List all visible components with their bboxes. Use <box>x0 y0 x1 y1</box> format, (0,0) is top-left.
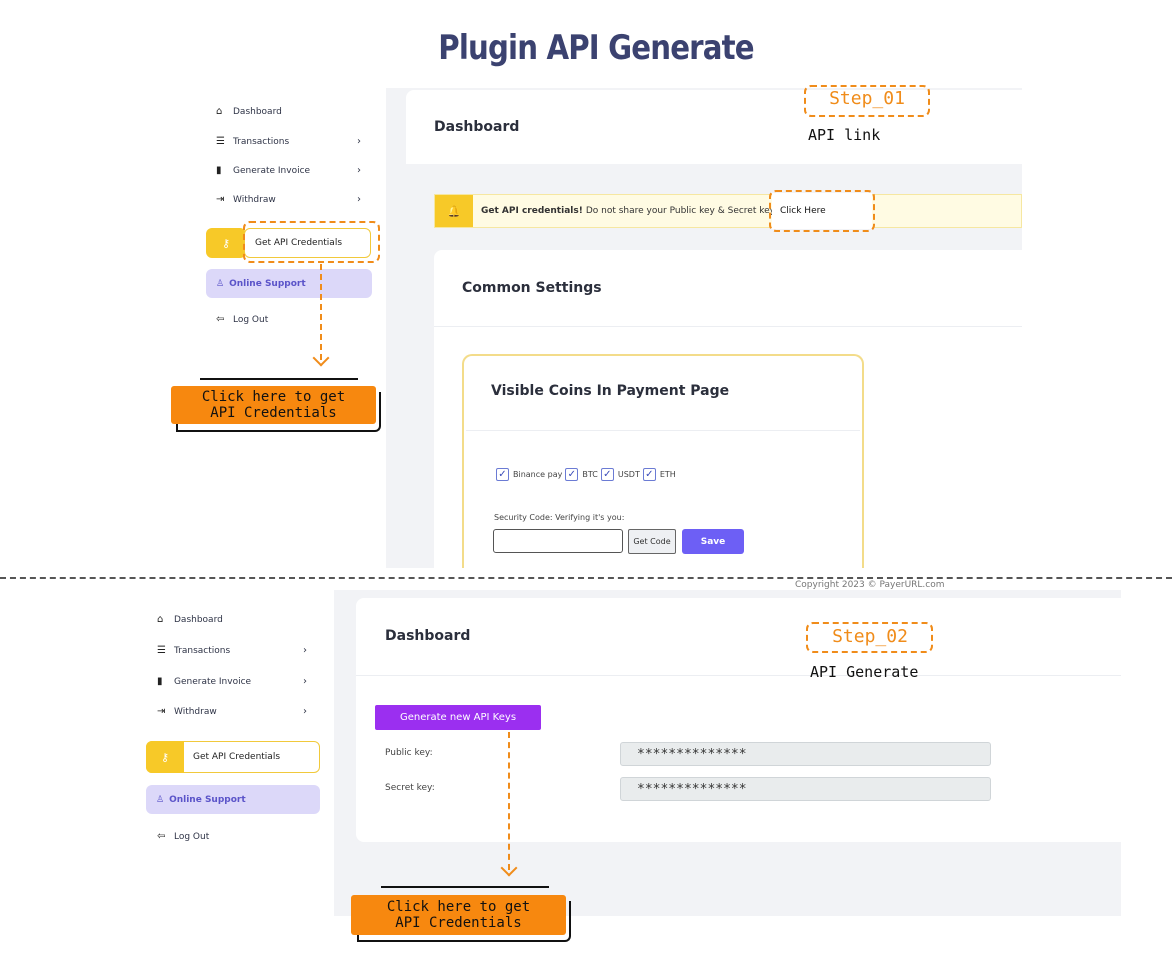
highlight-box <box>243 221 380 263</box>
key-icon: ⚷ <box>206 228 246 258</box>
logout-icon: ⇦ <box>216 314 225 325</box>
save-button[interactable]: Save <box>682 529 744 554</box>
callout-underline <box>381 886 549 888</box>
sidebar-item-label: Generate Invoice <box>174 676 252 687</box>
divider <box>434 326 1022 327</box>
callout-underline <box>200 378 358 380</box>
arrow-down-icon <box>312 349 330 367</box>
sidebar-item-label: Transactions <box>233 136 290 147</box>
dashboard-title: Dashboard <box>434 119 520 135</box>
chevron-right-icon: › <box>357 165 361 176</box>
bell-icon: 🔔 <box>435 195 473 227</box>
support-icon: ♙ <box>156 794 165 805</box>
home-icon: ⌂ <box>157 614 164 625</box>
step-sub: API link <box>808 126 881 144</box>
list-icon: ☰ <box>216 136 225 147</box>
sidebar-item-withdraw[interactable]: ⇥ Withdraw <box>216 194 276 205</box>
sidebar-item-generate-invoice[interactable]: ▮ Generate Invoice <box>157 676 251 687</box>
logout-button[interactable]: ⇦ Log Out <box>157 831 209 842</box>
online-support-button[interactable]: ♙ Online Support <box>146 785 320 814</box>
list-icon: ☰ <box>157 645 166 656</box>
secret-key-label: Secret key: <box>385 783 435 793</box>
step-box <box>804 85 930 117</box>
dashboard-title: Dashboard <box>385 628 471 644</box>
logout-label: Log Out <box>233 314 269 325</box>
credentials-label: Get API Credentials <box>193 752 281 762</box>
logout-label: Log Out <box>174 831 210 842</box>
sidebar-item-generate-invoice[interactable]: ▮ Generate Invoice <box>216 165 310 176</box>
checkbox-btc[interactable]: ✓ <box>565 468 579 481</box>
sidebar-item-transactions[interactable]: ☰ Transactions <box>157 645 230 656</box>
public-key-field[interactable]: ************** <box>620 742 991 766</box>
logout-icon: ⇦ <box>157 831 166 842</box>
step-box <box>806 622 933 653</box>
online-support-button[interactable]: ♙ Online Support <box>206 269 372 298</box>
logout-button[interactable]: ⇦ Log Out <box>216 314 268 325</box>
coin-label: BTC <box>582 470 598 479</box>
sidebar-item-label: Transactions <box>174 645 231 656</box>
sidebar-item-dashboard[interactable]: ⌂ Dashboard <box>216 106 282 117</box>
public-key-label: Public key: <box>385 748 433 758</box>
sidebar-item-transactions[interactable]: ☰ Transactions <box>216 136 289 147</box>
security-label: Security Code: Verifying it's you: <box>494 513 625 522</box>
secret-key-field[interactable]: ************** <box>620 777 991 801</box>
coin-label: Binance pay <box>513 470 563 479</box>
sidebar-item-label: Dashboard <box>233 106 282 117</box>
invoice-icon: ▮ <box>216 165 222 176</box>
checkbox-usdt[interactable]: ✓ <box>600 468 614 481</box>
chevron-right-icon: › <box>303 706 307 717</box>
coin-options: ✓ Binance pay ✓ BTC ✓ USDT ✓ ETH <box>496 468 679 481</box>
key-icon: ⚷ <box>146 741 184 773</box>
sidebar-item-withdraw[interactable]: ⇥ Withdraw <box>157 706 217 717</box>
alert-text: Do not share your Public key & Secret ke… <box>585 206 777 216</box>
step-sub: API Generate <box>810 663 919 681</box>
callout-line-2: API Credentials <box>210 405 337 421</box>
settings-title: Common Settings <box>462 280 602 296</box>
page-title: Plugin API Generate <box>438 28 754 68</box>
sidebar-item-dashboard[interactable]: ⌂ Dashboard <box>157 614 223 625</box>
dashed-arrow-line <box>508 732 510 870</box>
callout-label: Click here to get API Credentials <box>351 895 566 935</box>
sidebar-item-label: Dashboard <box>174 614 223 625</box>
checkbox-binance[interactable]: ✓ <box>496 468 509 481</box>
api-credentials-alert: 🔔 Get API credentials! Do not share your… <box>434 194 1022 228</box>
sidebar-item-label: Generate Invoice <box>233 165 311 176</box>
highlight-box <box>769 190 875 232</box>
divider <box>466 430 860 431</box>
withdraw-icon: ⇥ <box>157 706 166 717</box>
coins-title: Visible Coins In Payment Page <box>491 383 730 399</box>
chevron-right-icon: › <box>303 676 307 687</box>
support-label: Online Support <box>229 278 306 289</box>
chevron-right-icon: › <box>357 194 361 205</box>
generate-api-keys-button[interactable]: Generate new API Keys <box>375 705 541 730</box>
divider <box>356 675 1121 676</box>
coin-label: USDT <box>617 470 640 479</box>
sidebar-item-label: Withdraw <box>233 194 276 205</box>
checkbox-eth[interactable]: ✓ <box>642 468 656 481</box>
home-icon: ⌂ <box>216 106 223 117</box>
invoice-icon: ▮ <box>157 676 163 687</box>
alert-bold: Get API credentials! <box>481 206 583 216</box>
withdraw-icon: ⇥ <box>216 194 225 205</box>
dashed-arrow-line <box>320 264 322 360</box>
get-code-button[interactable]: Get Code <box>628 529 676 554</box>
callout-line-1: Click here to get <box>386 899 531 915</box>
callout-line-2: API Credentials <box>395 915 522 931</box>
separator <box>0 577 1172 579</box>
callout-line-1: Click here to get <box>201 389 346 405</box>
coin-label: ETH <box>659 470 676 479</box>
support-label: Online Support <box>169 794 246 805</box>
support-icon: ♙ <box>216 278 225 289</box>
sidebar-item-label: Withdraw <box>174 706 217 717</box>
security-code-input[interactable] <box>493 529 623 553</box>
copyright: Copyright 2023 © PayerURL.com <box>795 580 945 590</box>
chevron-right-icon: › <box>357 136 361 147</box>
chevron-right-icon: › <box>303 645 307 656</box>
callout-label: Click here to get API Credentials <box>171 386 376 424</box>
